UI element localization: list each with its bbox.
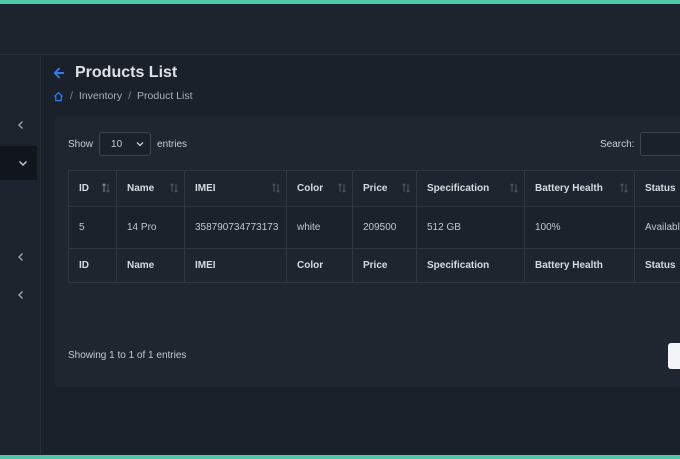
cell-price: 209500	[352, 206, 417, 249]
entries-length-control: Show 10 entries	[68, 132, 187, 156]
footer-id: ID	[68, 248, 117, 283]
search-input[interactable]	[640, 132, 680, 156]
top-navbar	[0, 4, 680, 55]
products-table: ID Name IMEI Color Price Specification B…	[68, 170, 680, 283]
footer-imei: IMEI	[184, 248, 287, 283]
footer-name: Name	[116, 248, 185, 283]
footer-price: Price	[352, 248, 417, 283]
entries-label: entries	[157, 138, 188, 150]
cell-specification: 512 GB	[416, 206, 525, 249]
footer-specification: Specification	[416, 248, 525, 283]
sort-arrows-icon	[619, 182, 629, 194]
cell-battery-health: 100%	[524, 206, 635, 249]
column-header-price[interactable]: Price	[352, 170, 417, 207]
cell-name: 14 Pro	[116, 206, 185, 249]
table-search: Search:	[600, 132, 680, 156]
search-label: Search:	[600, 138, 635, 150]
sort-arrows-icon	[271, 182, 281, 194]
cell-color: white	[286, 206, 353, 249]
entries-select[interactable]: 10	[99, 132, 152, 156]
sort-arrows-icon	[101, 182, 111, 194]
column-header-name[interactable]: Name	[116, 170, 185, 207]
sidebar-chevron-left-icon[interactable]	[0, 108, 41, 142]
pagination-previous-button[interactable]	[668, 343, 680, 369]
cell-imei: 358790734773173	[184, 206, 287, 249]
show-label: Show	[68, 138, 94, 150]
sort-arrows-icon	[401, 182, 411, 194]
breadcrumb-item-inventory[interactable]: Inventory	[79, 90, 122, 102]
footer-color: Color	[286, 248, 353, 283]
cell-id: 5	[68, 206, 117, 249]
cell-status: Available	[634, 206, 680, 249]
page-title: Products List	[75, 64, 178, 81]
sort-arrows-icon	[509, 182, 519, 194]
table-row: 5 14 Pro 358790734773173 white 209500 51…	[68, 206, 680, 249]
table-footer-row: ID Name IMEI Color Price Specification B…	[68, 248, 680, 283]
home-icon[interactable]	[53, 91, 64, 102]
products-table-card: Show 10 entries Search: ID Name IMEI Col	[55, 116, 680, 387]
breadcrumb-separator: /	[128, 90, 132, 102]
breadcrumb-item-product-list: Product List	[137, 90, 193, 102]
column-header-id[interactable]: ID	[68, 170, 117, 207]
breadcrumb: / Inventory / Product List	[53, 88, 193, 104]
entries-select-value: 10	[111, 138, 123, 150]
arrow-left-icon[interactable]	[53, 66, 67, 80]
column-header-status[interactable]: Status	[634, 170, 680, 207]
sidebar-chevron-down-icon[interactable]	[0, 146, 37, 180]
page-header: Products List	[53, 62, 177, 84]
column-header-color[interactable]: Color	[286, 170, 353, 207]
column-header-imei[interactable]: IMEI	[184, 170, 287, 207]
footer-battery-health: Battery Health	[524, 248, 635, 283]
table-header-row: ID Name IMEI Color Price Specification B…	[68, 170, 680, 207]
chevron-down-icon	[136, 142, 144, 147]
sidebar	[0, 56, 41, 455]
footer-status: Status	[634, 248, 680, 283]
column-header-battery-health[interactable]: Battery Health	[524, 170, 635, 207]
sidebar-chevron-left-icon[interactable]	[0, 278, 41, 312]
column-header-specification[interactable]: Specification	[416, 170, 525, 207]
breadcrumb-separator: /	[70, 90, 73, 102]
sidebar-chevron-left-icon[interactable]	[0, 240, 41, 274]
table-info: Showing 1 to 1 of 1 entries	[68, 350, 187, 361]
main-content: Products List / Inventory / Product List…	[41, 56, 680, 455]
bottom-accent-bar	[0, 455, 680, 459]
sort-arrows-icon	[169, 182, 179, 194]
sort-arrows-icon	[337, 182, 347, 194]
